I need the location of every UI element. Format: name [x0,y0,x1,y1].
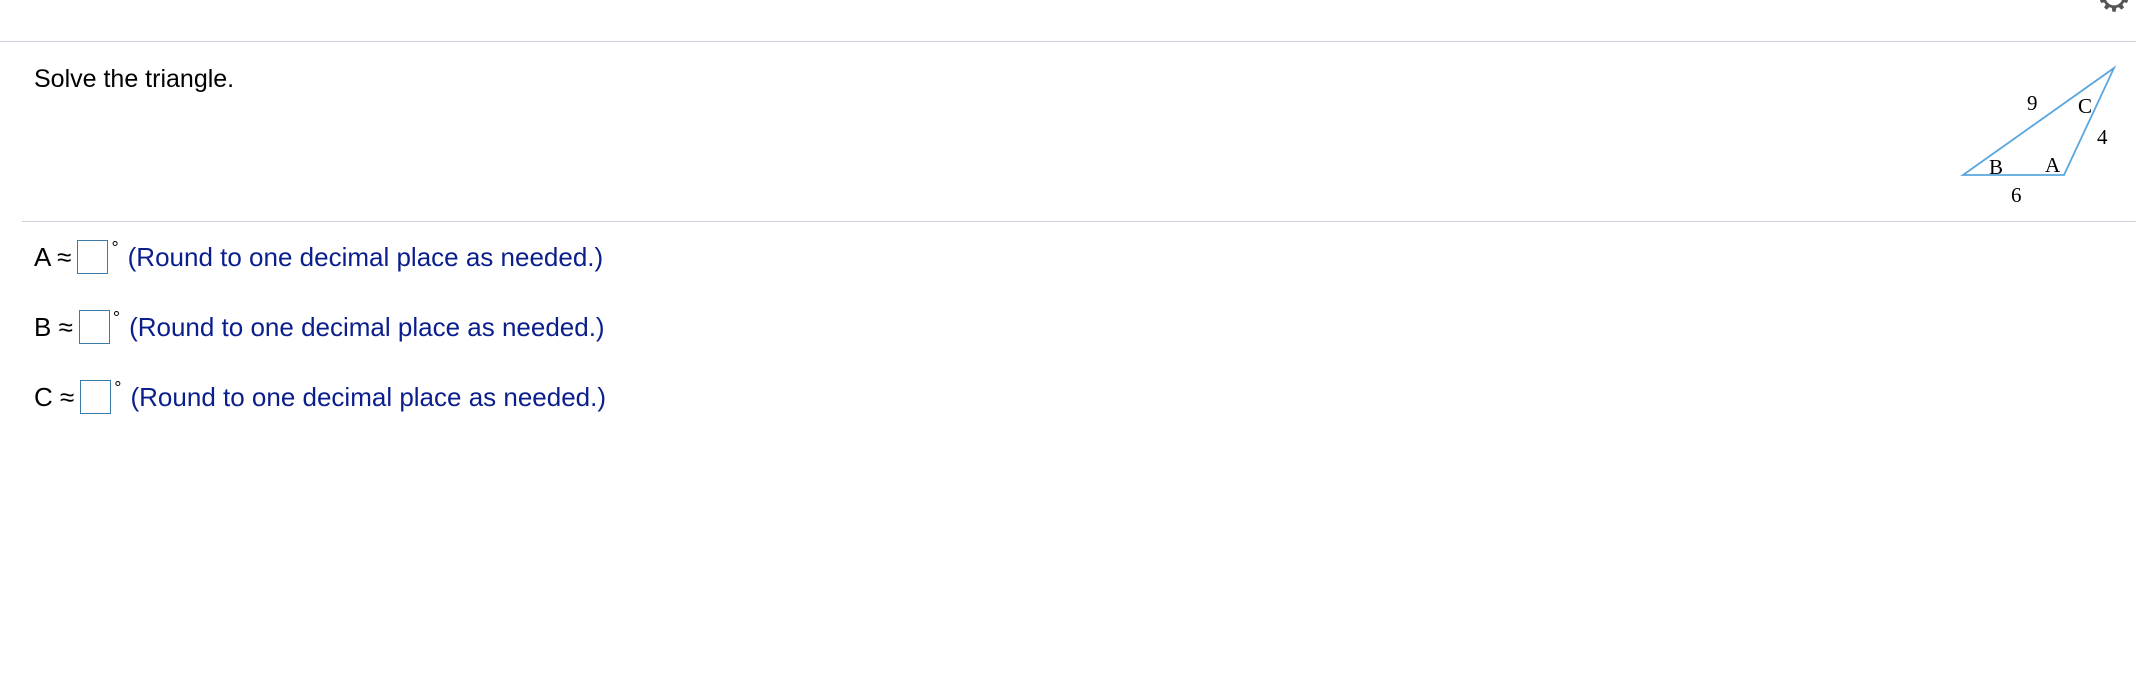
gear-icon[interactable]: ⚙ [2094,0,2134,18]
side-label-4: 4 [2097,125,2108,149]
degree-symbol: ° [111,238,119,258]
answer-row-a: A ≈ ° (Round to one decimal place as nee… [34,236,603,278]
rounding-hint: (Round to one decimal place as needed.) [127,241,604,272]
answer-row-c: C ≈ ° (Round to one decimal place as nee… [34,376,606,418]
approx-sign: ≈ [57,241,72,272]
degree-symbol: ° [114,378,122,398]
triangle-outline [1960,65,2117,176]
approx-sign: ≈ [58,311,73,342]
rounding-hint: (Round to one decimal place as needed.) [129,311,605,342]
top-divider [0,41,2136,42]
side-label-6: 6 [2011,183,2022,207]
angle-a-input[interactable] [77,240,109,274]
angle-label-c: C [2078,94,2092,118]
triangle-figure: 9 4 6 C A B [1960,65,2117,207]
variable-name: C [34,381,53,412]
question-prompt: Solve the triangle. [34,65,235,93]
variable-name: B [34,311,52,342]
angle-label-b: B [1989,155,2003,179]
rounding-hint: (Round to one decimal place as needed.) [130,381,607,412]
answer-label: C ≈ [34,382,74,413]
variable-name: A [34,241,50,272]
answer-label: B ≈ [34,312,73,343]
angle-label-a: A [2045,153,2061,177]
answer-divider [22,221,2136,222]
degree-symbol: ° [112,308,121,328]
angle-b-input[interactable] [78,310,110,344]
angle-c-input[interactable] [80,380,112,414]
side-label-9: 9 [2027,91,2038,115]
answer-row-b: B ≈ ° (Round to one decimal place as nee… [34,306,605,348]
answer-label: A ≈ [34,242,71,273]
approx-sign: ≈ [60,381,75,412]
